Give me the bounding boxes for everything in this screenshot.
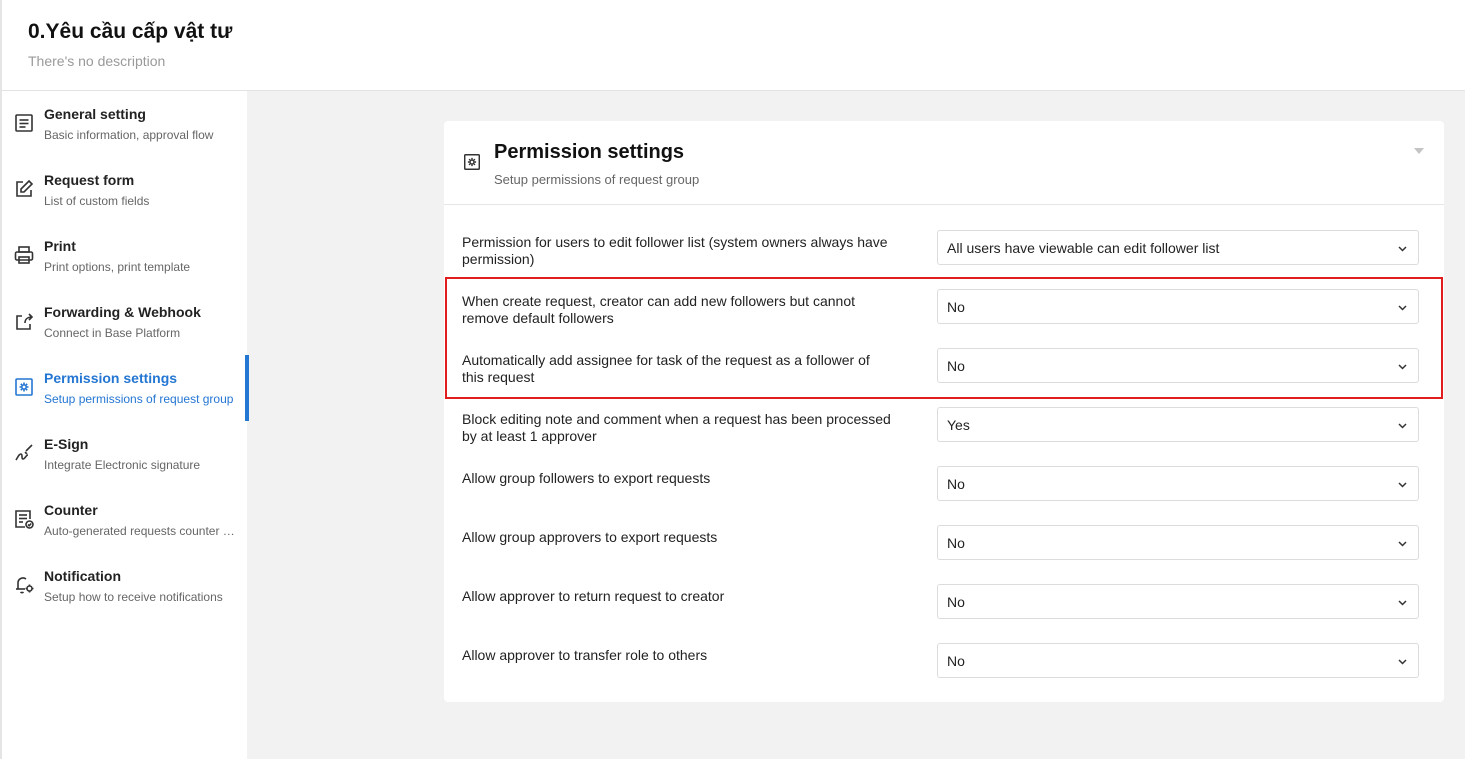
permission-row: Allow group followers to export requests… — [462, 466, 1426, 516]
sidebar-item-sub: Auto-generated requests counter configur… — [44, 524, 239, 538]
select-value: No — [947, 594, 965, 610]
card-header: Permission settings Setup permissions of… — [444, 121, 1444, 205]
chevron-down-icon — [1398, 364, 1407, 370]
permission-label: Allow approver to transfer role to other… — [462, 647, 708, 663]
permission-label: Block editing note and comment when a re… — [462, 411, 891, 444]
chevron-down-icon — [1398, 541, 1407, 547]
sidebar-item-sub: Setup permissions of request group — [44, 392, 234, 406]
chevron-down-icon — [1398, 305, 1407, 311]
sidebar-item-label: Print — [44, 238, 76, 254]
permission-label: Automatically add assignee for task of t… — [462, 352, 870, 385]
page-description: There's no description — [28, 53, 166, 69]
signature-icon — [13, 442, 35, 464]
sidebar-item-sub: Print options, print template — [44, 260, 191, 274]
permission-row: Automatically add assignee for task of t… — [462, 348, 1426, 398]
permission-select[interactable]: No — [937, 525, 1419, 560]
permission-select[interactable]: Yes — [937, 407, 1419, 442]
chevron-down-icon — [1398, 659, 1407, 665]
card-subtitle: Setup permissions of request group — [494, 172, 700, 187]
sidebar-item-notification[interactable]: Notification Setup how to receive notifi… — [2, 553, 247, 619]
sidebar-item-request-form[interactable]: Request form List of custom fields — [2, 157, 247, 223]
sidebar-item-label: Counter — [44, 502, 98, 518]
permission-label: Allow group approvers to export requests — [462, 529, 718, 545]
sidebar-item-permission-settings[interactable]: Permission settings Setup permissions of… — [2, 355, 249, 421]
gear-icon — [462, 152, 482, 172]
sidebar-item-label: Forwarding & Webhook — [44, 304, 201, 320]
permission-select[interactable]: No — [937, 643, 1419, 678]
select-value: No — [947, 653, 965, 669]
share-icon — [13, 310, 35, 332]
permission-settings-card: Permission settings Setup permissions of… — [444, 121, 1444, 702]
select-value: All users have viewable can edit followe… — [947, 240, 1220, 256]
caret-down-icon[interactable] — [1412, 143, 1426, 154]
sidebar-item-sub: List of custom fields — [44, 194, 150, 208]
permission-label: When create request, creator can add new… — [462, 293, 855, 326]
permission-select[interactable]: No — [937, 289, 1419, 324]
permission-select[interactable]: No — [937, 584, 1419, 619]
select-value: No — [947, 299, 965, 315]
sidebar-item-sub: Integrate Electronic signature — [44, 458, 201, 472]
page-header: 0.Yêu cầu cấp vật tư There's no descript… — [0, 0, 1465, 91]
permission-row: Allow approver to transfer role to other… — [462, 643, 1426, 693]
page-title: 0.Yêu cầu cấp vật tư — [28, 20, 233, 43]
sidebar-item-print[interactable]: Print Print options, print template — [2, 223, 247, 289]
permission-select[interactable]: No — [937, 466, 1419, 501]
sidebar-item-label: Request form — [44, 172, 135, 188]
sidebar-item-sub: Basic information, approval flow — [44, 128, 214, 142]
gear-icon — [13, 376, 35, 398]
permission-row: Permission for users to edit follower li… — [462, 230, 1426, 280]
sidebar-item-label: Notification — [44, 568, 121, 584]
sidebar-item-general-setting[interactable]: General setting Basic information, appro… — [2, 91, 247, 157]
edit-icon — [13, 178, 35, 200]
permission-label: Permission for users to edit follower li… — [462, 234, 888, 267]
select-value: No — [947, 358, 965, 374]
sidebar-item-label: Permission settings — [44, 370, 178, 386]
select-value: No — [947, 535, 965, 551]
permission-label: Allow approver to return request to crea… — [462, 588, 725, 604]
permission-row: Allow group approvers to export requests… — [462, 525, 1426, 575]
chevron-down-icon — [1398, 246, 1407, 252]
chevron-down-icon — [1398, 482, 1407, 488]
sidebar-item-e-sign[interactable]: E-Sign Integrate Electronic signature — [2, 421, 247, 487]
chevron-down-icon — [1398, 600, 1407, 606]
sidebar-item-sub: Connect in Base Platform — [44, 326, 181, 340]
permission-select[interactable]: No — [937, 348, 1419, 383]
sidebar-item-label: General setting — [44, 106, 146, 122]
sidebar-item-counter[interactable]: Counter Auto-generated requests counter … — [2, 487, 247, 553]
sidebar-item-label: E-Sign — [44, 436, 89, 452]
permission-label: Allow group followers to export requests — [462, 470, 711, 486]
list-document-icon — [13, 112, 35, 134]
bell-gear-icon — [13, 574, 35, 596]
sidebar-item-forwarding-webhook[interactable]: Forwarding & Webhook Connect in Base Pla… — [2, 289, 247, 355]
permission-row: Block editing note and comment when a re… — [462, 407, 1426, 457]
permission-row: When create request, creator can add new… — [462, 289, 1426, 339]
select-value: Yes — [947, 417, 970, 433]
printer-icon — [13, 244, 35, 266]
sidebar-item-sub: Setup how to receive notifications — [44, 590, 223, 604]
sidebar: General setting Basic information, appro… — [0, 91, 249, 759]
permission-select[interactable]: All users have viewable can edit followe… — [937, 230, 1419, 265]
counter-icon — [13, 508, 35, 530]
select-value: No — [947, 476, 965, 492]
chevron-down-icon — [1398, 423, 1407, 429]
card-title: Permission settings — [494, 141, 685, 163]
permission-row: Allow approver to return request to crea… — [462, 584, 1426, 634]
